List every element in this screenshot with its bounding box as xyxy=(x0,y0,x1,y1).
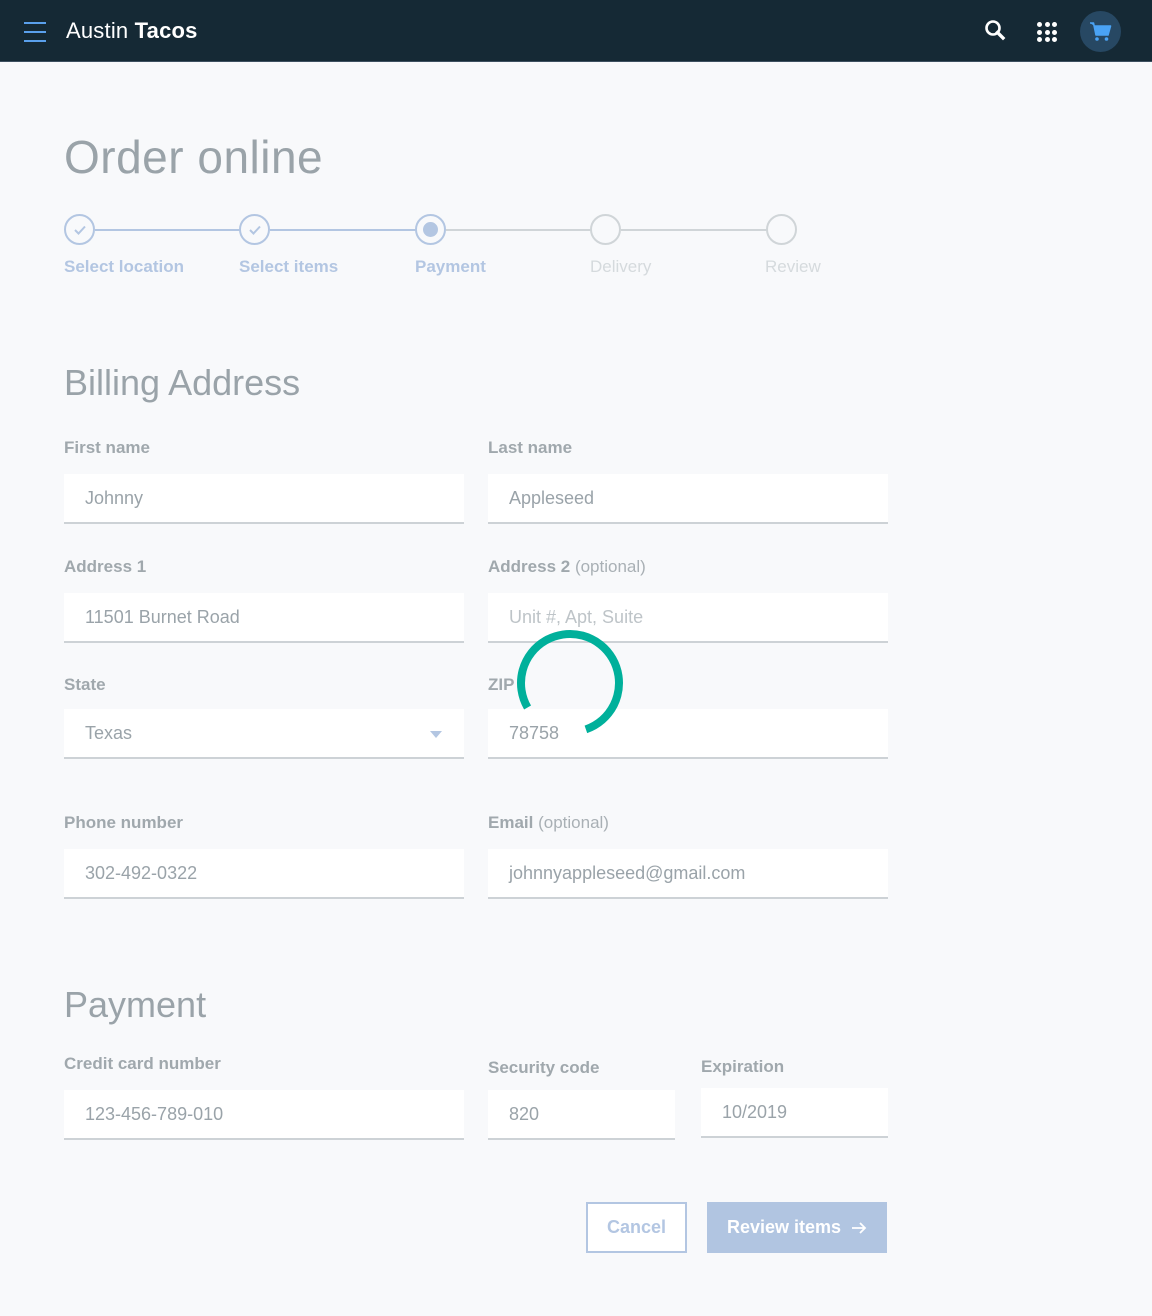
email-label-text: Email xyxy=(488,813,534,832)
address1-input[interactable]: 11501 Burnet Road xyxy=(64,593,464,643)
current-step-dot-icon xyxy=(423,222,438,237)
last-name-label: Last name xyxy=(488,438,573,457)
step-select-location[interactable] xyxy=(64,214,95,245)
email-input[interactable]: johnnyappleseed@gmail.com xyxy=(488,849,888,899)
page-title: Order online xyxy=(64,131,324,183)
security-code-value: 820 xyxy=(509,1103,540,1124)
state-field: State Texas xyxy=(64,675,464,759)
address1-field: Address 1 11501 Burnet Road xyxy=(64,557,464,643)
card-number-label: Credit card number xyxy=(64,1054,221,1073)
cancel-button[interactable]: Cancel xyxy=(586,1202,687,1253)
first-name-input[interactable]: Johnny xyxy=(64,474,464,524)
chevron-down-icon xyxy=(430,731,442,738)
state-label: State xyxy=(64,675,106,694)
step-label: Select location xyxy=(64,257,184,276)
phone-value: 302-492-0322 xyxy=(85,862,198,883)
apps-button[interactable] xyxy=(1027,12,1067,52)
first-name-value: Johnny xyxy=(85,487,144,508)
state-value: Texas xyxy=(85,722,133,743)
brand-logo[interactable]: Austin Tacos xyxy=(66,18,198,44)
search-button[interactable] xyxy=(976,12,1016,52)
expiration-input[interactable]: 10/2019 xyxy=(701,1088,888,1138)
card-number-field: Credit card number 123-456-789-010 xyxy=(64,1054,464,1140)
last-name-value: Appleseed xyxy=(509,487,595,508)
email-label: Email (optional) xyxy=(488,813,888,835)
state-select[interactable]: Texas xyxy=(64,709,464,759)
email-value: johnnyappleseed@gmail.com xyxy=(509,862,746,883)
step-delivery xyxy=(590,214,621,245)
step-label: Review xyxy=(765,257,821,276)
last-name-field: Last name Appleseed xyxy=(488,438,888,524)
optional-tag: (optional) xyxy=(574,557,646,576)
review-items-button[interactable]: Review items xyxy=(707,1202,887,1253)
payment-heading: Payment xyxy=(64,984,207,1025)
phone-label: Phone number xyxy=(64,813,184,832)
step-connector xyxy=(621,229,767,231)
billing-address-heading: Billing Address xyxy=(64,362,301,403)
email-field: Email (optional) johnnyappleseed@gmail.c… xyxy=(488,813,888,899)
address1-label: Address 1 xyxy=(64,557,147,576)
loading-spinner-icon xyxy=(517,630,623,736)
review-items-label: Review items xyxy=(726,1217,842,1237)
step-connector xyxy=(270,229,416,231)
expiration-value: 10/2019 xyxy=(722,1101,788,1122)
step-label: Payment xyxy=(415,257,486,276)
first-name-field: First name Johnny xyxy=(64,438,464,524)
brand-name-bold: Tacos xyxy=(134,18,198,43)
step-select-items[interactable] xyxy=(239,214,270,245)
menu-icon[interactable] xyxy=(24,21,46,43)
apps-grid-icon xyxy=(1037,22,1057,42)
phone-field: Phone number 302-492-0322 xyxy=(64,813,464,899)
arrow-right-icon xyxy=(852,1221,867,1234)
card-number-value: 123-456-789-010 xyxy=(85,1103,224,1124)
step-connector xyxy=(446,229,591,231)
checkmark-icon xyxy=(249,225,261,235)
step-label: Select items xyxy=(239,257,339,276)
security-code-label: Security code xyxy=(488,1058,600,1077)
step-review xyxy=(766,214,797,245)
step-connector xyxy=(95,229,240,231)
phone-input[interactable]: 302-492-0322 xyxy=(64,849,464,899)
expiration-label: Expiration xyxy=(701,1057,785,1076)
address2-label: Address 2 (optional) xyxy=(488,557,888,579)
last-name-input[interactable]: Appleseed xyxy=(488,474,888,524)
step-payment[interactable] xyxy=(415,214,446,245)
brand-name-light: Austin xyxy=(66,18,129,43)
progress-stepper: Select location Select items Payment Del… xyxy=(64,214,864,284)
address1-value: 11501 Burnet Road xyxy=(85,606,240,627)
search-icon xyxy=(985,20,1006,41)
checkmark-icon xyxy=(74,225,86,235)
address2-label-text: Address 2 xyxy=(488,557,571,576)
step-label: Delivery xyxy=(590,257,652,276)
optional-tag: (optional) xyxy=(538,813,609,832)
security-code-field: Security code 820 xyxy=(488,1058,675,1140)
expiration-field: Expiration 10/2019 xyxy=(701,1057,888,1138)
top-nav-bar: Austin Tacos xyxy=(0,0,1152,62)
security-code-input[interactable]: 820 xyxy=(488,1090,675,1140)
shopping-cart-icon xyxy=(1090,22,1112,41)
card-number-input[interactable]: 123-456-789-010 xyxy=(64,1090,464,1140)
first-name-label: First name xyxy=(64,438,150,457)
cart-button[interactable] xyxy=(1080,11,1121,52)
